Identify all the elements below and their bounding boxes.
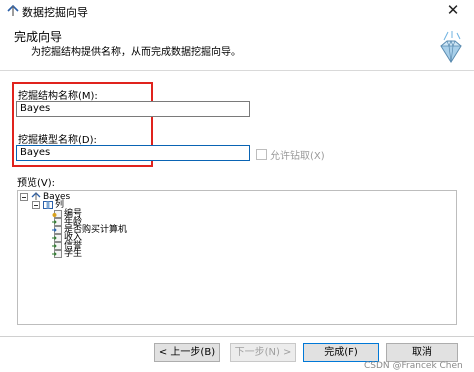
column-predict-icon [52,226,62,234]
cancel-button[interactable]: 取消 [386,343,458,362]
preview-label: 预览(V): [17,178,56,189]
wizard-window: 数据挖掘向导 ✕ 完成向导 为挖掘结构提供名称，从而完成数据挖掘向导。 挖掘结构… [0,0,474,372]
structure-name-label: 挖掘结构名称(M): [18,91,98,102]
tree-column-label: 学生 [64,249,83,259]
column-input-icon [52,250,62,258]
column-input-icon [52,218,62,226]
columns-folder-icon [43,201,53,209]
next-button[interactable]: 下一步(N) > [230,343,296,362]
close-button[interactable]: ✕ [442,1,464,19]
allow-drillthrough-label: 允许钻取(X) [270,151,325,162]
title-bar: 数据挖掘向导 ✕ [0,0,474,22]
column-input-icon [52,242,62,250]
wizard-header: 完成向导 为挖掘结构提供名称，从而完成数据挖掘向导。 [0,22,474,71]
window-title: 数据挖掘向导 [22,6,88,19]
model-name-input[interactable]: Bayes [16,145,250,161]
model-name-label: 挖掘模型名称(D): [18,135,97,146]
tree-columns-label: 列 [55,200,65,210]
column-key-icon [52,210,62,218]
watermark: CSDN @Francek Chen [364,361,463,371]
page-subtitle: 为挖掘结构提供名称，从而完成数据挖掘向导。 [31,47,241,58]
allow-drillthrough-checkbox[interactable] [256,149,267,160]
preview-tree[interactable]: Bayes 列 编号 年龄 是否购买计算机 收入 信誉 学生 [17,190,457,325]
back-button[interactable]: < 上一步(B) [154,343,220,362]
structure-name-input[interactable]: Bayes [16,101,250,117]
diamond-icon [440,31,462,63]
collapse-toggle-icon[interactable] [20,193,28,201]
column-input-icon [52,234,62,242]
mining-structure-icon [31,192,41,200]
footer-divider [0,336,474,337]
close-icon: ✕ [446,1,460,19]
mining-wizard-icon [7,5,19,16]
collapse-toggle-icon[interactable] [32,201,40,209]
finish-button[interactable]: 完成(F) [303,343,379,362]
